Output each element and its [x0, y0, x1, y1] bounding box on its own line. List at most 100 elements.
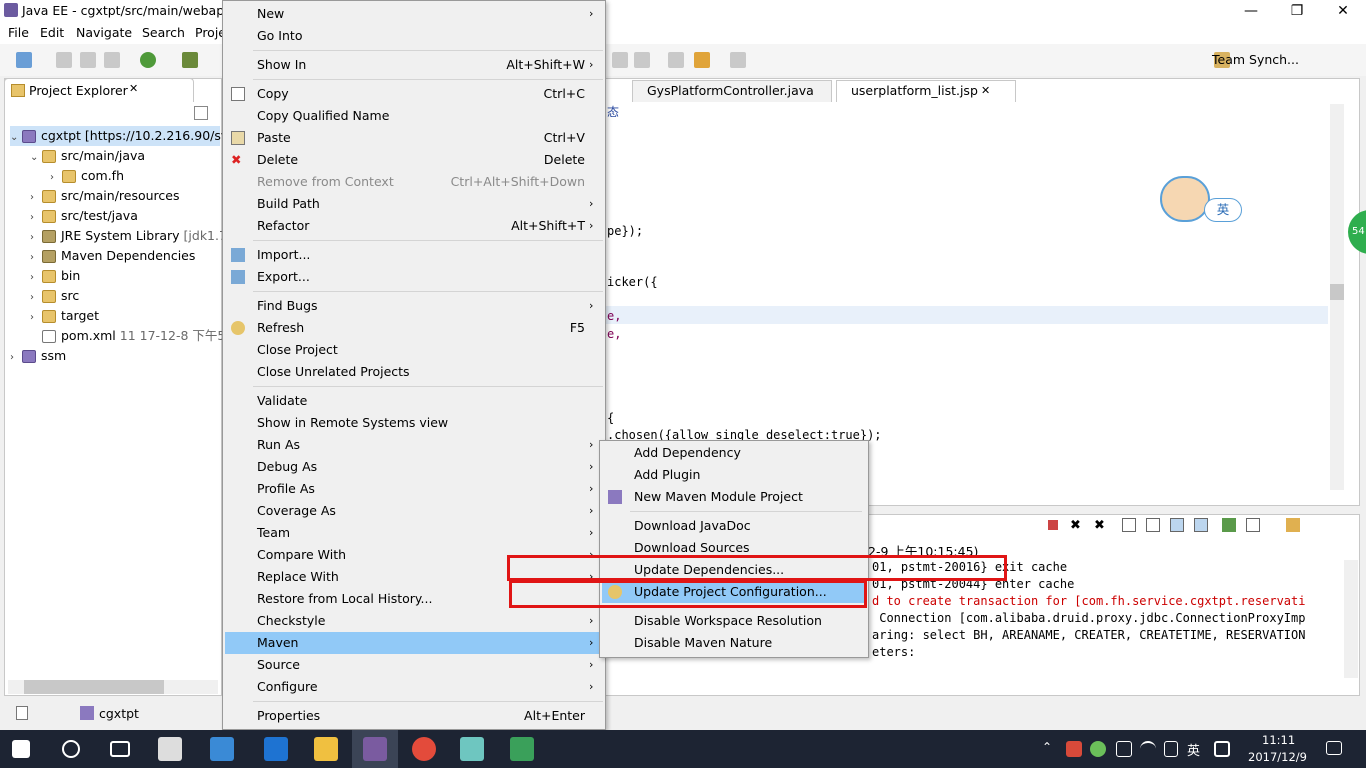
twisty-icon[interactable]: ›: [30, 268, 42, 288]
menu-item-new-maven-module[interactable]: New Maven Module Project: [602, 486, 866, 508]
menu-file[interactable]: File: [8, 25, 29, 40]
minimize-button[interactable]: —: [1228, 0, 1274, 22]
menu-item-find-bugs[interactable]: Find Bugs ›: [225, 295, 603, 317]
tree-row-cgxtpt[interactable]: ⌄ cgxtpt [https://10.2.216.90/svn: [10, 126, 236, 148]
tree-row-com-fh[interactable]: › com.fh: [50, 166, 124, 186]
clear-console-icon[interactable]: [1122, 518, 1136, 532]
tree-row-maven-dependencies[interactable]: › Maven Dependencies: [30, 246, 195, 266]
menu-item-build-path[interactable]: Build Path ›: [225, 193, 603, 215]
tree-row-bin[interactable]: › bin: [30, 266, 80, 286]
menu-item-show-in[interactable]: Show In Alt+Shift+W ›: [225, 54, 603, 76]
menu-item-validate[interactable]: Validate: [225, 390, 603, 412]
menu-item-properties[interactable]: Properties Alt+Enter: [225, 705, 603, 727]
menu-edit[interactable]: Edit: [40, 25, 64, 40]
tree-row-jre-library[interactable]: › JRE System Library [jdk1.7: [30, 226, 227, 246]
menu-item-close-unrelated[interactable]: Close Unrelated Projects: [225, 361, 603, 383]
menu-item-source[interactable]: Source ›: [225, 654, 603, 676]
wechat-icon[interactable]: [1090, 741, 1106, 757]
last-edit-icon[interactable]: [668, 52, 684, 68]
edge-icon[interactable]: [264, 737, 288, 761]
ime-indicator[interactable]: 英: [1187, 740, 1200, 759]
remove-all-icon[interactable]: ✖: [1094, 518, 1105, 533]
twisty-icon[interactable]: ›: [30, 308, 42, 328]
tree-row-target[interactable]: › target: [30, 306, 99, 326]
open-console-icon[interactable]: [1286, 518, 1300, 532]
assistant-avatar[interactable]: [1160, 176, 1210, 222]
collapse-all-icon[interactable]: [194, 106, 208, 120]
chrome-icon[interactable]: [412, 737, 436, 761]
run-icon[interactable]: [140, 52, 156, 68]
forward-icon[interactable]: [730, 52, 746, 68]
ie-icon[interactable]: [210, 737, 234, 761]
twisty-icon[interactable]: ›: [30, 208, 42, 228]
menu-item-copy-qualified-name[interactable]: Copy Qualified Name: [225, 105, 603, 127]
battery-icon[interactable]: [1116, 741, 1132, 757]
scroll-lock-icon[interactable]: [1146, 518, 1160, 532]
restore-button[interactable]: ❐: [1274, 0, 1320, 22]
remove-launch-icon[interactable]: ✖: [1070, 518, 1081, 533]
menu-item-add-dependency[interactable]: Add Dependency: [602, 442, 866, 464]
clock-time[interactable]: 11:11: [1262, 733, 1295, 747]
scrollbar-thumb[interactable]: [1330, 284, 1344, 300]
twisty-icon[interactable]: ›: [30, 248, 42, 268]
file-explorer-icon[interactable]: [314, 737, 338, 761]
twisty-icon[interactable]: ›: [30, 288, 42, 308]
twisty-icon[interactable]: ›: [30, 188, 42, 208]
back-icon[interactable]: [694, 52, 710, 68]
twisty-icon[interactable]: ⌄: [10, 128, 22, 148]
pin-console-icon[interactable]: [1222, 518, 1236, 532]
explorer-horizontal-scrollbar[interactable]: [8, 680, 218, 694]
menu-item-coverage-as[interactable]: Coverage As ›: [225, 500, 603, 522]
tab-gys-controller[interactable]: GysPlatformController.java: [632, 80, 832, 102]
tray-expand-icon[interactable]: ⌃: [1042, 740, 1052, 754]
menu-item-copy[interactable]: Copy Ctrl+C: [225, 83, 603, 105]
menu-item-new[interactable]: New ›: [225, 3, 603, 25]
menu-item-refactor[interactable]: Refactor Alt+Shift+T ›: [225, 215, 603, 237]
twisty-icon[interactable]: ›: [30, 228, 42, 248]
menu-item-download-javadoc[interactable]: Download JavaDoc: [602, 515, 866, 537]
app-icon[interactable]: [158, 737, 182, 761]
new-wizard-icon[interactable]: [16, 52, 32, 68]
console-vertical-scrollbar[interactable]: [1344, 560, 1358, 678]
tray-app-icon[interactable]: [1066, 741, 1082, 757]
show-error-icon[interactable]: [1194, 518, 1208, 532]
menu-item-configure[interactable]: Configure ›: [225, 676, 603, 698]
tree-row-src[interactable]: › src: [30, 286, 79, 306]
next-annotation-icon[interactable]: [612, 52, 628, 68]
twisty-icon[interactable]: ›: [10, 348, 22, 368]
menu-item-checkstyle[interactable]: Checkstyle ›: [225, 610, 603, 632]
menu-item-team[interactable]: Team ›: [225, 522, 603, 544]
menu-item-disable-maven-nature[interactable]: Disable Maven Nature: [602, 632, 866, 654]
menu-item-import[interactable]: Import...: [225, 244, 603, 266]
app-icon[interactable]: [460, 737, 484, 761]
close-button[interactable]: ✕: [1320, 0, 1366, 22]
windows-start-icon[interactable]: [12, 740, 30, 758]
tree-row-pom-xml[interactable]: pom.xml 11 17-12-8 下午5: [30, 326, 225, 346]
menu-item-paste[interactable]: Paste Ctrl+V: [225, 127, 603, 149]
terminate-icon[interactable]: [1048, 520, 1058, 530]
eclipse-taskbar-active[interactable]: [352, 730, 398, 768]
print-icon[interactable]: [104, 52, 120, 68]
app-icon[interactable]: [510, 737, 534, 761]
tab-userplatform-jsp[interactable]: userplatform_list.jsp ✕: [836, 80, 1016, 102]
tree-row-src-main-java[interactable]: ⌄ src/main/java: [30, 146, 145, 166]
menu-item-export[interactable]: Export...: [225, 266, 603, 288]
ime-mode-icon[interactable]: [1214, 741, 1230, 757]
menu-item-show-remote-systems[interactable]: Show in Remote Systems view: [225, 412, 603, 434]
debug-icon[interactable]: [182, 52, 198, 68]
menu-search[interactable]: Search: [142, 25, 185, 40]
twisty-icon[interactable]: ⌄: [30, 148, 42, 168]
menu-item-debug-as[interactable]: Debug As ›: [225, 456, 603, 478]
ime-badge[interactable]: 英: [1204, 198, 1242, 222]
volume-icon[interactable]: [1164, 741, 1178, 757]
tree-row-src-main-resources[interactable]: › src/main/resources: [30, 186, 179, 206]
clock-date[interactable]: 2017/12/9: [1248, 750, 1307, 764]
tree-row-src-test-java[interactable]: › src/test/java: [30, 206, 138, 226]
menu-item-run-as[interactable]: Run As ›: [225, 434, 603, 456]
scrollbar-thumb[interactable]: [24, 680, 164, 694]
menu-item-profile-as[interactable]: Profile As ›: [225, 478, 603, 500]
task-view-icon[interactable]: [110, 741, 130, 757]
menu-item-disable-workspace-resolution[interactable]: Disable Workspace Resolution: [602, 610, 866, 632]
menu-item-refresh[interactable]: Refresh F5: [225, 317, 603, 339]
menu-item-go-into[interactable]: Go Into: [225, 25, 603, 47]
